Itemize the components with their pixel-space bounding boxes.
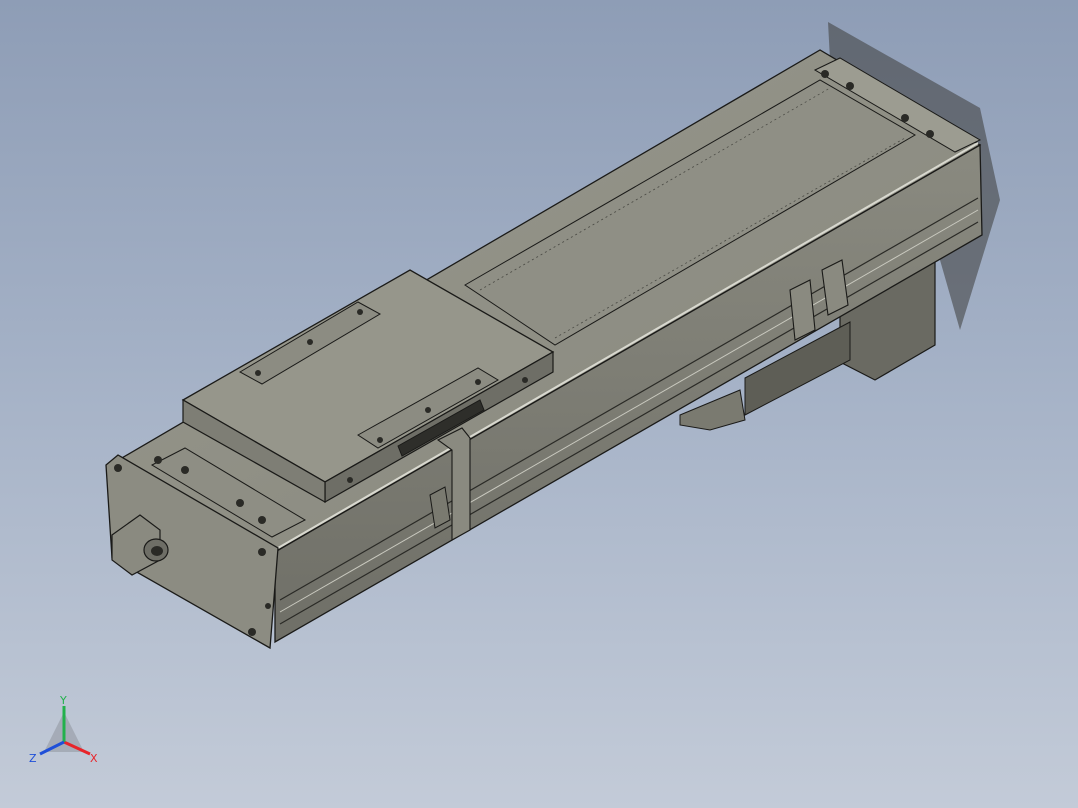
end-plate-hole-1 — [114, 464, 122, 472]
end-plate-hole-2 — [258, 548, 266, 556]
rear-hole-1 — [821, 70, 829, 78]
rear-hole-4 — [926, 130, 934, 138]
rear-hole-3 — [901, 114, 909, 122]
strip-hole-7 — [347, 477, 353, 483]
triad-y-label: Y — [59, 694, 67, 707]
lower-hole-1 — [154, 456, 162, 464]
strip-hole-8 — [522, 377, 528, 383]
orientation-triad: X Y Z — [29, 694, 98, 765]
rear-hole-2 — [846, 82, 854, 90]
graphics-viewport[interactable]: X Y Z — [0, 0, 1078, 808]
strip-hole-1 — [255, 370, 261, 376]
lower-hole-4 — [258, 516, 266, 524]
triad-x-label: X — [90, 752, 98, 765]
triad-z-label: Z — [29, 752, 37, 765]
strip-hole-5 — [425, 407, 431, 413]
end-plate-hole-5 — [265, 603, 271, 609]
lower-hole-3 — [236, 499, 244, 507]
lower-hole-2 — [181, 466, 189, 474]
front-fitting-hole — [151, 546, 163, 556]
strip-hole-6 — [475, 379, 481, 385]
sensor-bracket-mid[interactable] — [789, 279, 816, 341]
strip-hole-3 — [357, 309, 363, 315]
end-plate-hole-4 — [248, 628, 256, 636]
linear-actuator-model[interactable] — [0, 0, 1078, 808]
strip-hole-2 — [307, 339, 313, 345]
strip-hole-4 — [377, 437, 383, 443]
